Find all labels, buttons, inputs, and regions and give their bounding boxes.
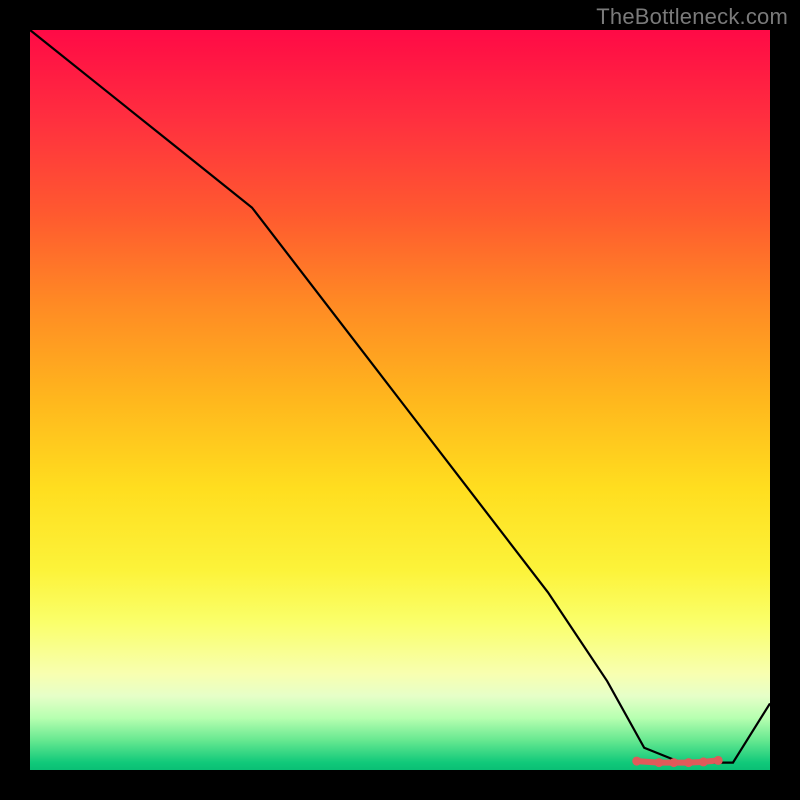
- marker-dot: [684, 758, 693, 767]
- marker-dot: [714, 756, 723, 765]
- chart-container: TheBottleneck.com: [0, 0, 800, 800]
- marker-dot: [699, 757, 708, 766]
- marker-dot: [632, 757, 641, 766]
- plot-area: [30, 30, 770, 770]
- curve-path: [30, 30, 770, 763]
- marker-cluster: [632, 756, 722, 767]
- marker-dot: [669, 758, 678, 767]
- marker-dot: [655, 758, 664, 767]
- line-chart-svg: [30, 30, 770, 770]
- watermark-text: TheBottleneck.com: [596, 4, 788, 30]
